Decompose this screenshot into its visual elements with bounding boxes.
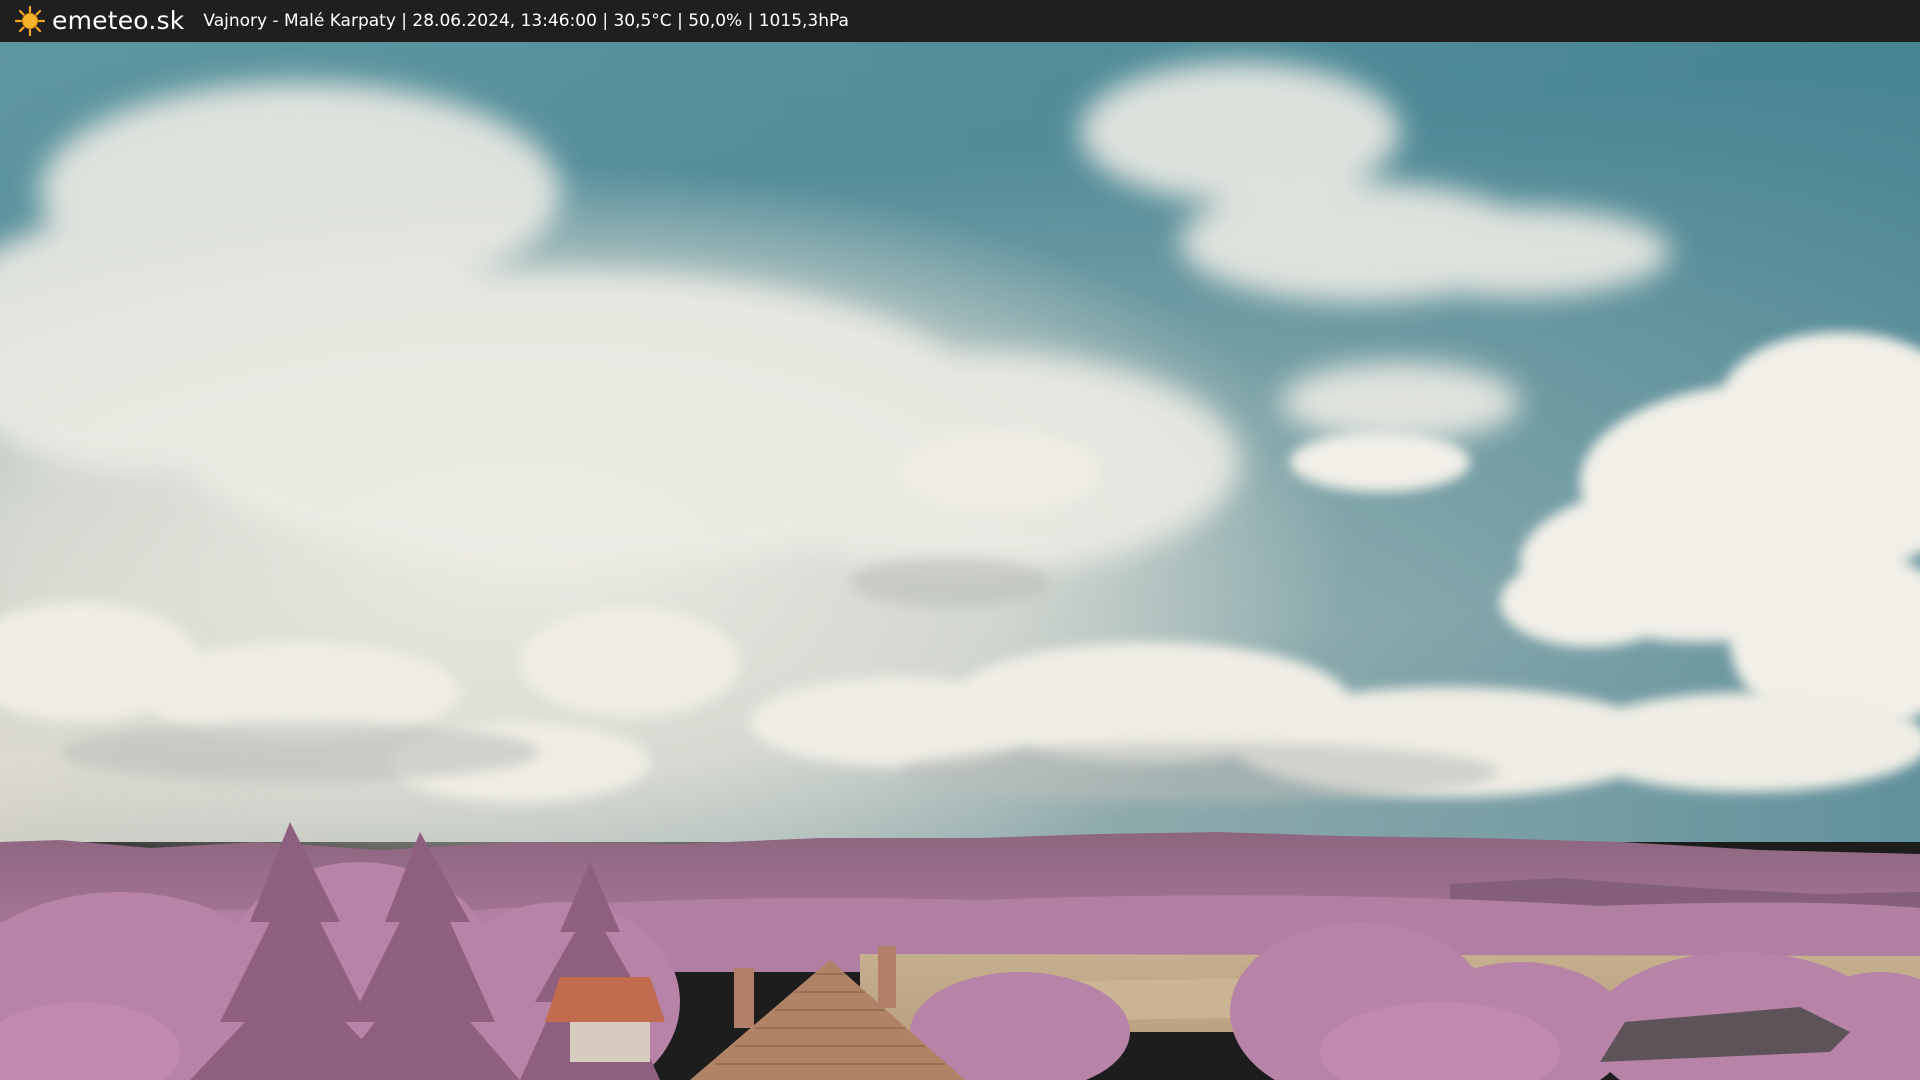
webcam-image — [0, 42, 1920, 1080]
site-name: emeteo.sk — [52, 6, 185, 35]
brand[interactable]: emeteo.sk — [14, 0, 184, 42]
webcam-caption: Vajnory - Malé Karpaty | 28.06.2024, 13:… — [203, 11, 849, 31]
webcam-frame: emeteo.sk Vajnory - Malé Karpaty | 28.06… — [0, 0, 1920, 1080]
sun-icon — [14, 5, 46, 37]
top-bar: emeteo.sk Vajnory - Malé Karpaty | 28.06… — [0, 0, 1920, 42]
